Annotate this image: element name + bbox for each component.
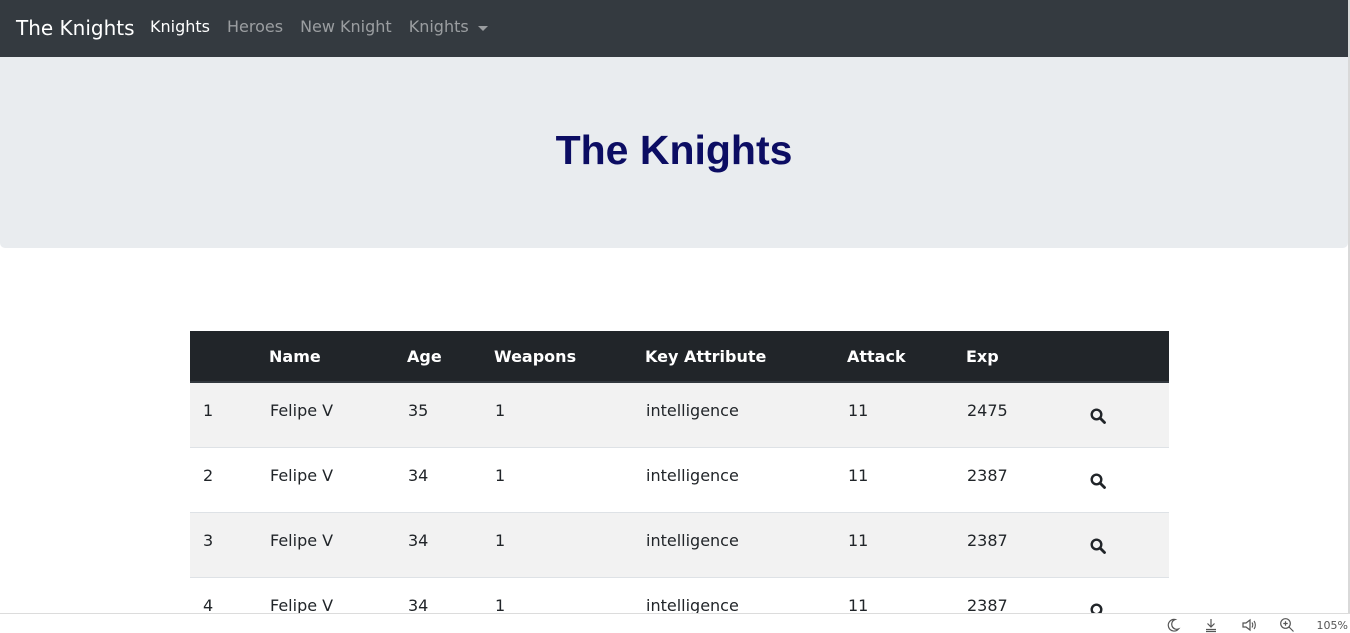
navbar: The Knights Knights Heroes New Knight Kn… xyxy=(0,0,1350,57)
cell-key-attribute: intelligence xyxy=(645,446,847,512)
nav-dropdown-label: Knights xyxy=(408,17,469,36)
table-row: 1 Felipe V 35 1 intelligence 11 2475 xyxy=(190,381,1169,447)
table-header: Name Age Weapons Key Attribute Attack Ex… xyxy=(190,331,1169,383)
nav-links: Knights Heroes New Knight Knights xyxy=(150,16,505,38)
column-header-exp: Exp xyxy=(966,331,1086,383)
cell-index: 3 xyxy=(190,511,269,577)
cell-key-attribute: intelligence xyxy=(645,511,847,577)
cell-age: 35 xyxy=(407,381,494,447)
download-icon[interactable] xyxy=(1203,617,1219,633)
cell-exp: 2387 xyxy=(966,511,1086,577)
column-header-index xyxy=(190,331,269,383)
column-header-attack: Attack xyxy=(847,331,966,383)
column-header-age: Age xyxy=(407,331,494,383)
column-header-name: Name xyxy=(269,331,407,383)
cell-attack: 11 xyxy=(847,511,966,577)
table-row: 3 Felipe V 34 1 intelligence 11 2387 xyxy=(190,511,1169,577)
page: The Knights Knights Heroes New Knight Kn… xyxy=(0,0,1350,633)
browser-status-bar: 105% xyxy=(0,613,1350,633)
zoom-icon[interactable] xyxy=(1279,617,1295,633)
table-body: 1 Felipe V 35 1 intelligence 11 2475 2 F… xyxy=(190,381,1169,633)
table-header-row: Name Age Weapons Key Attribute Attack Ex… xyxy=(190,331,1169,383)
cell-attack: 11 xyxy=(847,381,966,447)
cell-attack: 11 xyxy=(847,446,966,512)
knights-table: Name Age Weapons Key Attribute Attack Ex… xyxy=(190,331,1169,633)
nav-link-new-knight[interactable]: New Knight xyxy=(300,16,392,38)
column-header-weapons: Weapons xyxy=(494,331,645,383)
cell-exp: 2387 xyxy=(966,446,1086,512)
cell-age: 34 xyxy=(407,446,494,512)
search-icon[interactable] xyxy=(1090,408,1106,428)
cell-actions xyxy=(1086,381,1169,447)
cell-index: 2 xyxy=(190,446,269,512)
status-icons: 105% xyxy=(1165,617,1350,633)
cell-weapons: 1 xyxy=(494,446,645,512)
cell-actions xyxy=(1086,446,1169,512)
nav-dropdown-knights[interactable]: Knights xyxy=(409,16,488,38)
cell-weapons: 1 xyxy=(494,511,645,577)
knights-table-wrapper: Name Age Weapons Key Attribute Attack Ex… xyxy=(190,331,1169,633)
table-row: 2 Felipe V 34 1 intelligence 11 2387 xyxy=(190,446,1169,512)
nav-link-heroes[interactable]: Heroes xyxy=(227,16,283,38)
cell-weapons: 1 xyxy=(494,381,645,447)
cell-name: Felipe V xyxy=(269,511,407,577)
search-icon[interactable] xyxy=(1090,472,1106,493)
column-header-actions xyxy=(1086,331,1169,383)
zoom-level[interactable]: 105% xyxy=(1317,619,1348,632)
cell-key-attribute: intelligence xyxy=(645,381,847,447)
search-icon[interactable] xyxy=(1090,537,1106,558)
cell-name: Felipe V xyxy=(269,446,407,512)
page-title: The Knights xyxy=(555,127,793,173)
navbar-brand[interactable]: The Knights xyxy=(16,14,135,42)
volume-icon[interactable] xyxy=(1241,617,1257,633)
cell-age: 34 xyxy=(407,511,494,577)
cell-name: Felipe V xyxy=(269,381,407,447)
nav-link-knights[interactable]: Knights xyxy=(150,16,210,38)
cell-exp: 2475 xyxy=(966,381,1086,447)
cell-index: 1 xyxy=(190,381,269,447)
caret-down-icon xyxy=(477,25,488,31)
jumbotron: The Knights xyxy=(0,57,1348,248)
cell-actions xyxy=(1086,511,1169,577)
column-header-key-attribute: Key Attribute xyxy=(645,331,847,383)
moon-icon[interactable] xyxy=(1165,617,1181,633)
